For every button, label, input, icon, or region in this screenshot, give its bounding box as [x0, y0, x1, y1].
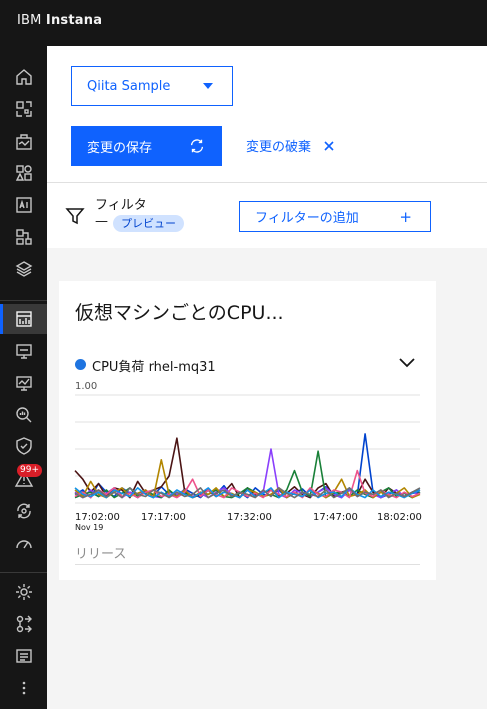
automation-icon [16, 503, 31, 519]
nav-dashboards[interactable] [0, 304, 47, 334]
discard-changes-button[interactable]: 変更の破棄 [246, 136, 335, 155]
filter-label: フィルタ [95, 198, 147, 213]
brand-logo[interactable]: IBM Instana [17, 13, 102, 28]
filter-value: — [95, 214, 108, 229]
add-filter-button[interactable]: フィルターの追加 + [239, 201, 431, 232]
settings-icon [15, 584, 32, 600]
filter-icon [65, 208, 85, 225]
dashboard-select[interactable]: Qiita Sample [71, 66, 233, 106]
discard-changes-label: 変更の破棄 [246, 140, 312, 155]
add-filter-label: フィルターの追加 [255, 211, 359, 226]
dashboards-icon [15, 311, 32, 327]
nav-analytics[interactable] [0, 400, 47, 430]
nav-websites[interactable] [0, 94, 47, 124]
synthetic-monitor-icon [15, 344, 32, 359]
x-tick-label: 17:02:00 [75, 512, 120, 523]
dashboard-select-value: Qiita Sample [87, 78, 171, 94]
integrations-icon [16, 615, 32, 633]
ai-icon [15, 197, 32, 213]
nav-more[interactable] [0, 673, 47, 703]
news-icon [15, 649, 32, 663]
preview-tag: プレビュー [113, 215, 184, 232]
nav-platforms[interactable] [0, 158, 47, 188]
nav-monitoring[interactable] [0, 368, 47, 398]
caret-down-icon [203, 83, 213, 89]
nav-home[interactable] [0, 62, 47, 92]
nav-news[interactable] [0, 641, 47, 671]
nav-ai[interactable] [0, 190, 47, 220]
sync-icon [190, 139, 204, 153]
platforms-icon [15, 165, 32, 181]
side-navigation: 99+ [0, 46, 47, 709]
websites-icon [15, 101, 32, 117]
nav-infrastructure[interactable] [0, 222, 47, 252]
nav-performance[interactable] [0, 528, 47, 558]
stack-icon [15, 261, 32, 277]
nav-automation[interactable] [0, 496, 47, 526]
security-icon [15, 437, 32, 455]
save-changes-button[interactable]: 変更の保存 [71, 126, 222, 166]
nav-separator [0, 300, 47, 301]
save-changes-label: 変更の保存 [87, 140, 153, 156]
monitoring-icon [15, 376, 32, 391]
close-icon [324, 140, 334, 151]
x-tick-label: 17:47:00 [313, 512, 358, 523]
infrastructure-icon [15, 229, 32, 245]
dashboard-toolbar-panel: Qiita Sample 変更の保存 変更の破棄 フィルタ — プレビュー フィ… [47, 46, 487, 248]
nav-settings[interactable] [0, 577, 47, 607]
nav-security[interactable] [0, 431, 47, 461]
nav-separator [0, 572, 47, 573]
nav-alerts[interactable]: 99+ [0, 464, 47, 494]
alerts-count-badge: 99+ [17, 464, 42, 477]
home-icon [15, 69, 32, 85]
release-track [75, 564, 420, 565]
x-tick-label: 18:02:00 [377, 512, 422, 523]
plus-icon: + [399, 208, 412, 226]
brand-prefix: IBM [17, 13, 42, 28]
toolbar-divider [47, 182, 487, 183]
applications-icon [15, 134, 32, 150]
nav-synthetic-monitor[interactable] [0, 336, 47, 366]
more-icon [22, 681, 25, 695]
x-tick-label: 17:32:00 [227, 512, 272, 523]
analytics-icon [15, 407, 31, 423]
release-label: リリース [75, 547, 127, 562]
x-axis-date: Nov 19 [75, 523, 104, 532]
performance-icon [15, 540, 32, 549]
top-header-bar: IBM Instana [0, 0, 487, 46]
cpu-widget-card: 仮想マシンごとのCPU... CPU負荷 rhel-mq31 1.00 17:0… [59, 281, 436, 580]
x-tick-label: 17:17:00 [141, 512, 186, 523]
nav-stack[interactable] [0, 254, 47, 284]
nav-applications[interactable] [0, 127, 47, 157]
brand-name: Instana [45, 13, 103, 28]
nav-integrations[interactable] [0, 609, 47, 639]
cpu-line-chart[interactable] [59, 281, 436, 580]
